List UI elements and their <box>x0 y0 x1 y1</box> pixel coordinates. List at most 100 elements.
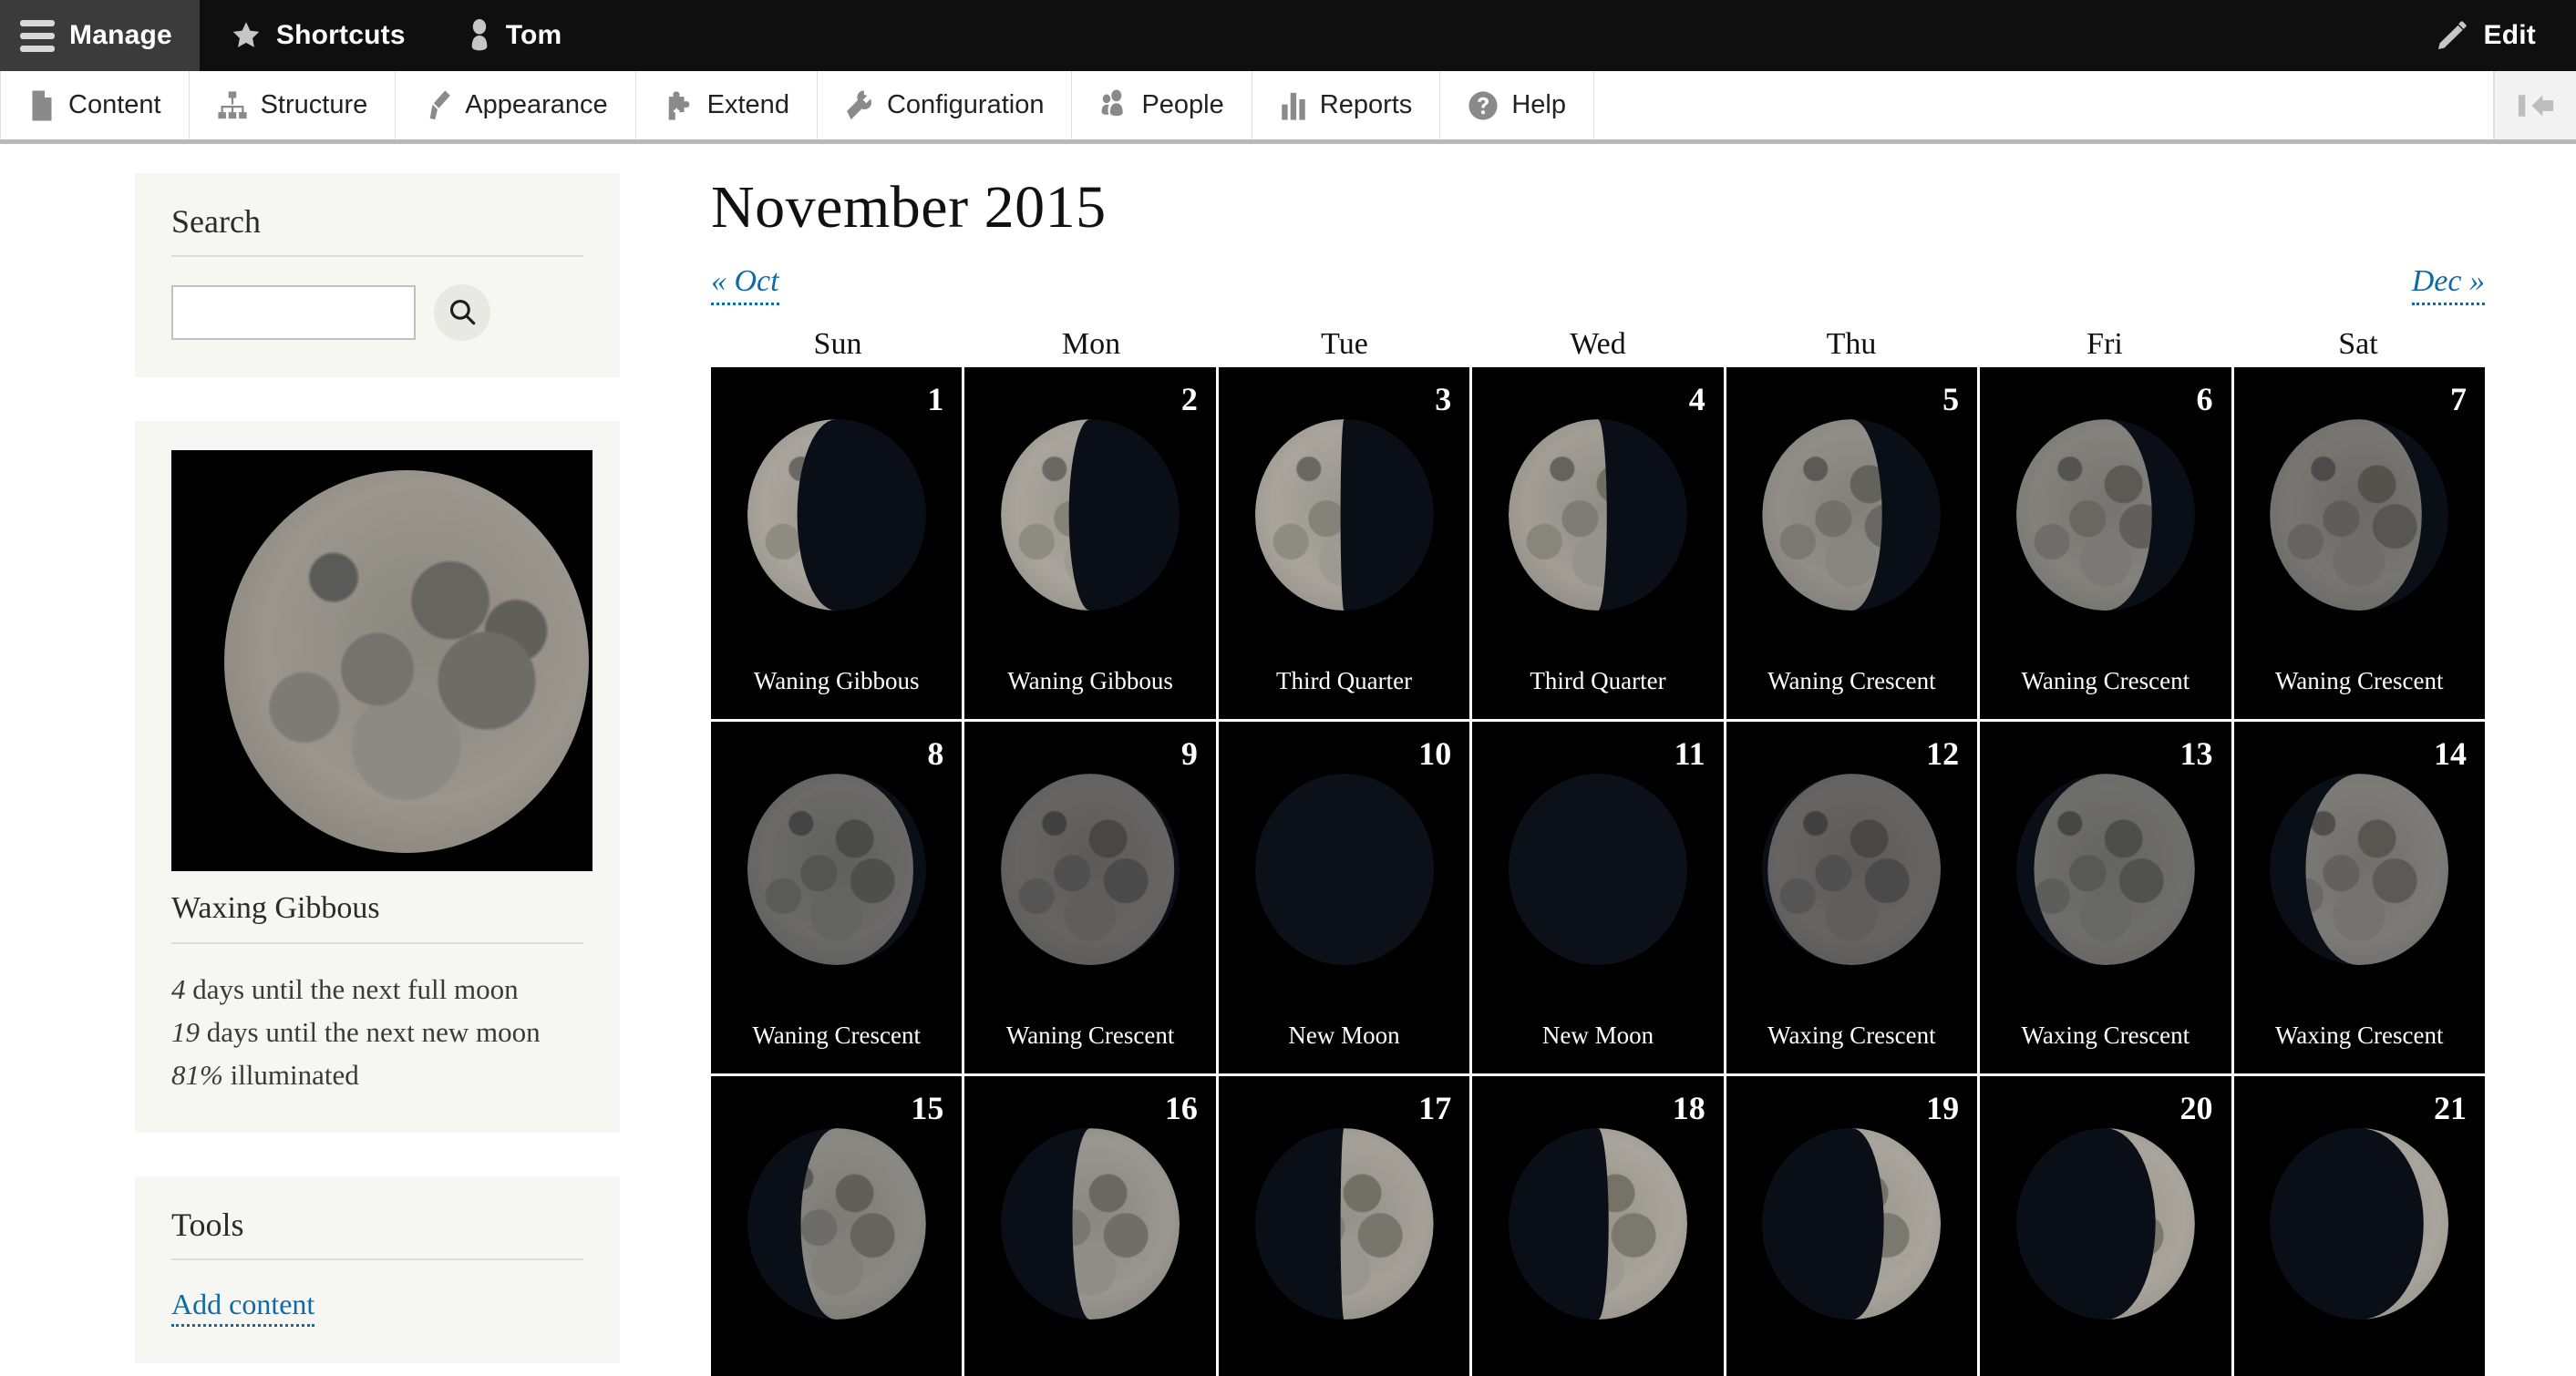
weekday-header: Wed <box>1570 327 1626 361</box>
day-phase-label: Waxing Crescent <box>1767 1022 1936 1049</box>
moon-phase-icon <box>1762 419 1942 611</box>
day-phase-label: Waning Crescent <box>2274 667 2444 694</box>
edit-button[interactable]: Edit <box>2404 0 2576 71</box>
next-month-link[interactable]: Dec » <box>2411 264 2485 305</box>
weekday-header: Tue <box>1321 327 1368 361</box>
calendar-day-cell[interactable]: 17Waxing Crescent <box>1218 1076 1473 1376</box>
admin-menu-item-extend[interactable]: Extend <box>636 71 818 139</box>
calendar-week-row: 1 Waning Gibbous 2 Waning Gibbous 3 Third Qua… <box>711 367 2485 722</box>
moon-phase-icon <box>1762 774 1942 966</box>
star-icon <box>231 20 262 51</box>
moon-phase-icon <box>1254 419 1434 611</box>
wrench-icon <box>845 89 874 122</box>
sitemap-icon <box>217 90 248 121</box>
shortcuts-tab[interactable]: Shortcuts <box>200 0 437 71</box>
weekday-header: Thu <box>1826 327 1877 361</box>
calendar-day-cell[interactable]: 8 Waning Crescent <box>711 722 965 1076</box>
moon-phase-icon <box>747 774 926 966</box>
shortcuts-tab-label: Shortcuts <box>275 20 406 50</box>
day-number: 15 <box>911 1090 944 1126</box>
calendar-day-cell[interactable]: 18First Quarter <box>1472 1076 1726 1376</box>
user-tab-label: Tom <box>505 20 562 50</box>
hamburger-icon <box>20 19 55 52</box>
prev-month-link[interactable]: « Oct <box>711 264 779 305</box>
person-icon <box>468 19 491 52</box>
day-number: 12 <box>1926 735 1960 772</box>
calendar-day-cell[interactable]: 19Waxing Gibbous <box>1726 1076 1981 1376</box>
calendar-day-cell[interactable]: 9 Waning Crescent <box>964 722 1219 1076</box>
search-button[interactable] <box>434 284 490 341</box>
admin-menu-item-reports[interactable]: Reports <box>1252 71 1441 139</box>
admin-menu-item-structure[interactable]: Structure <box>190 71 397 139</box>
day-phase-label: Waning Crescent <box>752 1022 921 1049</box>
calendar-day-cell[interactable]: 5 Waning Crescent <box>1726 367 1981 722</box>
page-body: Search Waxing Gibbous 4 days until the n… <box>0 144 2576 1376</box>
calendar-day-cell[interactable]: 10 New Moon <box>1218 722 1473 1076</box>
calendar-day-cell[interactable]: 7 Waning Crescent <box>2233 367 2485 722</box>
moon-phase-icon <box>1508 774 1687 966</box>
moon-fact-text: days until the next full moon <box>185 973 519 1005</box>
day-phase-label: Waxing Crescent <box>2274 1022 2444 1049</box>
day-number: 3 <box>1435 381 1452 417</box>
user-tab[interactable]: Tom <box>437 0 593 71</box>
admin-menu-label: Configuration <box>886 90 1045 119</box>
day-number: 20 <box>2179 1090 2213 1126</box>
calendar-day-cell[interactable]: 3 Third Quarter <box>1218 367 1473 722</box>
calendar-grid: 1 Waning Gibbous 2 Waning Gibbous 3 Third Qua… <box>711 367 2485 1376</box>
moon-fact-illumination: 81% illuminated <box>171 1053 583 1096</box>
calendar-day-cell[interactable]: 1 Waning Gibbous <box>711 367 965 722</box>
day-number: 18 <box>1672 1090 1705 1126</box>
moon-phase-icon <box>747 419 926 611</box>
day-phase-label: Waning Gibbous <box>1007 667 1173 694</box>
moon-phase-icon <box>1508 419 1687 611</box>
moon-phase-icon <box>747 1128 926 1320</box>
calendar-day-cell[interactable]: 21Waxing Gibbous <box>2233 1076 2485 1376</box>
calendar-day-cell[interactable]: 20Waxing Gibbous <box>1980 1076 2234 1376</box>
search-form <box>171 284 583 341</box>
calendar-week-row: 8 Waning Crescent 9 Waning Crescent 10 New Mo… <box>711 722 2485 1076</box>
admin-menu-item-configuration[interactable]: Configuration <box>818 71 1073 139</box>
calendar-day-cell[interactable]: 4 Third Quarter <box>1472 367 1726 722</box>
question-mark-icon <box>1468 90 1499 121</box>
moon-phase-icon <box>2015 419 2195 611</box>
manage-tab[interactable]: Manage <box>0 0 200 71</box>
puzzle-piece-icon <box>664 90 695 121</box>
add-content-link[interactable]: Add content <box>171 1288 315 1328</box>
people-icon <box>1099 89 1128 122</box>
calendar-day-cell[interactable]: 2 Waning Gibbous <box>964 367 1219 722</box>
admin-menu-item-people[interactable]: People <box>1072 71 1252 139</box>
day-number: 17 <box>1418 1090 1452 1126</box>
tools-block-title: Tools <box>171 1206 583 1261</box>
admin-menu-item-help[interactable]: Help <box>1440 71 1594 139</box>
day-number: 21 <box>2433 1090 2467 1126</box>
admin-menu-label: Help <box>1511 90 1566 119</box>
weekday-header: Sun <box>813 327 862 361</box>
calendar-day-cell[interactable]: 12 Waxing Crescent <box>1726 722 1981 1076</box>
calendar-day-cell[interactable]: 13 Waxing Crescent <box>1980 722 2234 1076</box>
calendar-day-cell[interactable]: 14 Waxing Crescent <box>2233 722 2485 1076</box>
collapse-toolbar-icon[interactable] <box>2494 71 2576 139</box>
admin-menu-spacer <box>1594 71 2494 139</box>
weekday-header: Sat <box>2338 327 2378 361</box>
moon-phase-icon <box>1762 1128 1942 1320</box>
admin-menu-item-appearance[interactable]: Appearance <box>396 71 636 139</box>
moon-fact-new-moon: 19 days until the next new moon <box>171 1011 583 1053</box>
day-number: 8 <box>927 735 944 772</box>
admin-menu-label: Extend <box>706 90 789 119</box>
day-phase-label: Waxing Crescent <box>2021 1022 2190 1049</box>
bar-chart-icon <box>1280 90 1307 121</box>
day-phase-label: New Moon <box>1541 1022 1654 1049</box>
calendar-day-cell[interactable]: 15Waxing Crescent <box>711 1076 965 1376</box>
day-phase-label: New Moon <box>1288 1022 1400 1049</box>
calendar-day-cell[interactable]: 6 Waning Crescent <box>1980 367 2234 722</box>
day-number: 13 <box>2179 735 2213 772</box>
moon-phase-icon <box>2270 1128 2449 1320</box>
calendar-day-cell[interactable]: 16Waxing Crescent <box>964 1076 1219 1376</box>
calendar-region: November 2015 « Oct Dec » Sun Mon Tue Wed Th… <box>675 153 2576 1376</box>
admin-menu-item-content[interactable]: Content <box>0 71 190 139</box>
calendar-day-cell[interactable]: 11 New Moon <box>1472 722 1726 1076</box>
day-number: 2 <box>1180 381 1198 417</box>
day-number: 5 <box>1942 381 1960 417</box>
search-input[interactable] <box>171 285 416 340</box>
day-number: 9 <box>1180 735 1198 772</box>
